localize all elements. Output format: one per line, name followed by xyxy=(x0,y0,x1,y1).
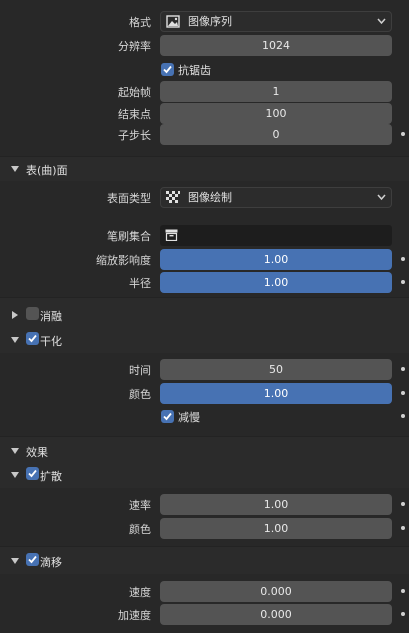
checkmark-icon xyxy=(28,555,37,564)
divider xyxy=(0,546,409,547)
dissolve-checkbox[interactable] xyxy=(26,307,39,320)
dry-label: 干化 xyxy=(40,335,62,348)
keyframe-dot[interactable] xyxy=(401,391,405,395)
collapse-arrow-icon xyxy=(12,311,18,319)
resolution-field[interactable]: 1024 xyxy=(160,35,392,56)
checkmark-icon xyxy=(163,412,172,421)
expand-arrow-icon xyxy=(11,558,19,564)
format-label: 格式 xyxy=(129,16,151,29)
spread-color-label: 颜色 xyxy=(129,523,151,536)
resolution-label: 分辨率 xyxy=(118,40,151,53)
start-frame-label: 起始帧 xyxy=(118,86,151,99)
keyframe-dot[interactable] xyxy=(401,367,405,371)
keyframe-dot[interactable] xyxy=(401,612,405,616)
drip-subheader[interactable]: 滴移 xyxy=(0,549,409,573)
drip-speed-field[interactable]: 0.000 xyxy=(160,581,392,602)
drip-checkbox[interactable] xyxy=(26,553,39,566)
surface-type-value: 图像绘制 xyxy=(188,191,232,204)
antialias-label: 抗锯齿 xyxy=(178,64,211,77)
brush-collection-label: 笔刷集合 xyxy=(107,230,151,243)
collection-box-icon xyxy=(165,229,178,241)
dry-time-label: 时间 xyxy=(129,364,151,377)
surface-section-title: 表(曲)面 xyxy=(26,164,68,177)
dry-color-label: 颜色 xyxy=(129,388,151,401)
end-point-field[interactable]: 100 xyxy=(160,103,392,124)
brush-collection-field[interactable] xyxy=(160,225,392,246)
slow-checkbox[interactable] xyxy=(161,410,174,423)
format-row: 格式 图像序列 xyxy=(0,11,409,32)
drip-speed-row: 速度 0.000 xyxy=(0,581,409,602)
checkmark-icon xyxy=(163,65,172,74)
image-icon xyxy=(166,15,180,28)
keyframe-dot[interactable] xyxy=(401,589,405,593)
antialias-checkbox[interactable] xyxy=(161,63,174,76)
format-value: 图像序列 xyxy=(188,15,232,28)
falloff-slider[interactable]: 1.00 xyxy=(160,249,392,270)
surface-section-header[interactable]: 表(曲)面 xyxy=(0,157,409,181)
dry-color-slider[interactable]: 1.00 xyxy=(160,383,392,404)
divider xyxy=(0,297,409,298)
effects-section-header[interactable]: 效果 xyxy=(0,439,409,463)
radius-slider[interactable]: 1.00 xyxy=(160,272,392,293)
resolution-row: 分辨率 1024 xyxy=(0,35,409,56)
substeps-field[interactable]: 0 xyxy=(160,124,392,145)
spread-checkbox[interactable] xyxy=(26,467,39,480)
spread-rate-row: 速率 1.00 xyxy=(0,494,409,515)
dry-subheader[interactable]: 干化 xyxy=(0,328,409,352)
divider xyxy=(0,436,409,437)
dry-color-row: 颜色 1.00 xyxy=(0,383,409,404)
expand-arrow-icon xyxy=(11,337,19,343)
chevron-down-icon xyxy=(377,18,386,25)
dry-checkbox[interactable] xyxy=(26,332,39,345)
dry-time-field[interactable]: 50 xyxy=(160,359,392,380)
keyframe-dot[interactable] xyxy=(401,280,405,284)
keyframe-dot[interactable] xyxy=(401,257,405,261)
radius-label: 半径 xyxy=(129,277,151,290)
surface-type-label: 表面类型 xyxy=(107,192,151,205)
radius-row: 半径 1.00 xyxy=(0,272,409,293)
spread-label: 扩散 xyxy=(40,470,62,483)
antialias-row: 抗锯齿 xyxy=(0,59,409,80)
surface-type-row: 表面类型 图像绘制 xyxy=(0,187,409,208)
brush-collection-row: 笔刷集合 xyxy=(0,225,409,246)
keyframe-dot[interactable] xyxy=(401,502,405,506)
checker-icon xyxy=(166,191,180,203)
drip-acceleration-label: 加速度 xyxy=(118,609,151,622)
end-point-label: 结束点 xyxy=(118,108,151,121)
slow-row: 减慢 xyxy=(0,406,409,427)
spread-rate-field[interactable]: 1.00 xyxy=(160,494,392,515)
start-frame-field[interactable]: 1 xyxy=(160,81,392,102)
dry-time-row: 时间 50 xyxy=(0,359,409,380)
substeps-row: 子步长 0 xyxy=(0,124,409,145)
dissolve-label: 消融 xyxy=(40,310,62,323)
keyframe-dot[interactable] xyxy=(401,132,405,136)
spread-color-row: 颜色 1.00 xyxy=(0,518,409,539)
checkmark-icon xyxy=(28,469,37,478)
keyframe-dot[interactable] xyxy=(401,414,405,418)
slow-label: 减慢 xyxy=(178,411,200,424)
dissolve-subheader[interactable]: 消融 xyxy=(0,303,409,327)
chevron-down-icon xyxy=(377,194,386,201)
spread-rate-label: 速率 xyxy=(129,499,151,512)
expand-arrow-icon xyxy=(11,472,19,478)
keyframe-dot[interactable] xyxy=(401,526,405,530)
falloff-row: 缩放影响度 1.00 xyxy=(0,249,409,270)
spread-color-field[interactable]: 1.00 xyxy=(160,518,392,539)
substeps-label: 子步长 xyxy=(118,129,151,142)
expand-arrow-icon xyxy=(11,166,19,172)
format-select[interactable]: 图像序列 xyxy=(160,11,392,32)
drip-label: 滴移 xyxy=(40,556,62,569)
drip-speed-label: 速度 xyxy=(129,586,151,599)
spread-subheader[interactable]: 扩散 xyxy=(0,463,409,487)
end-point-row: 结束点 100 xyxy=(0,103,409,124)
drip-acceleration-row: 加速度 0.000 xyxy=(0,604,409,625)
checkmark-icon xyxy=(28,334,37,343)
surface-type-select[interactable]: 图像绘制 xyxy=(160,187,392,208)
drip-acceleration-field[interactable]: 0.000 xyxy=(160,604,392,625)
effects-section-title: 效果 xyxy=(26,446,48,459)
falloff-label: 缩放影响度 xyxy=(96,254,151,267)
expand-arrow-icon xyxy=(11,448,19,454)
start-frame-row: 起始帧 1 xyxy=(0,81,409,102)
